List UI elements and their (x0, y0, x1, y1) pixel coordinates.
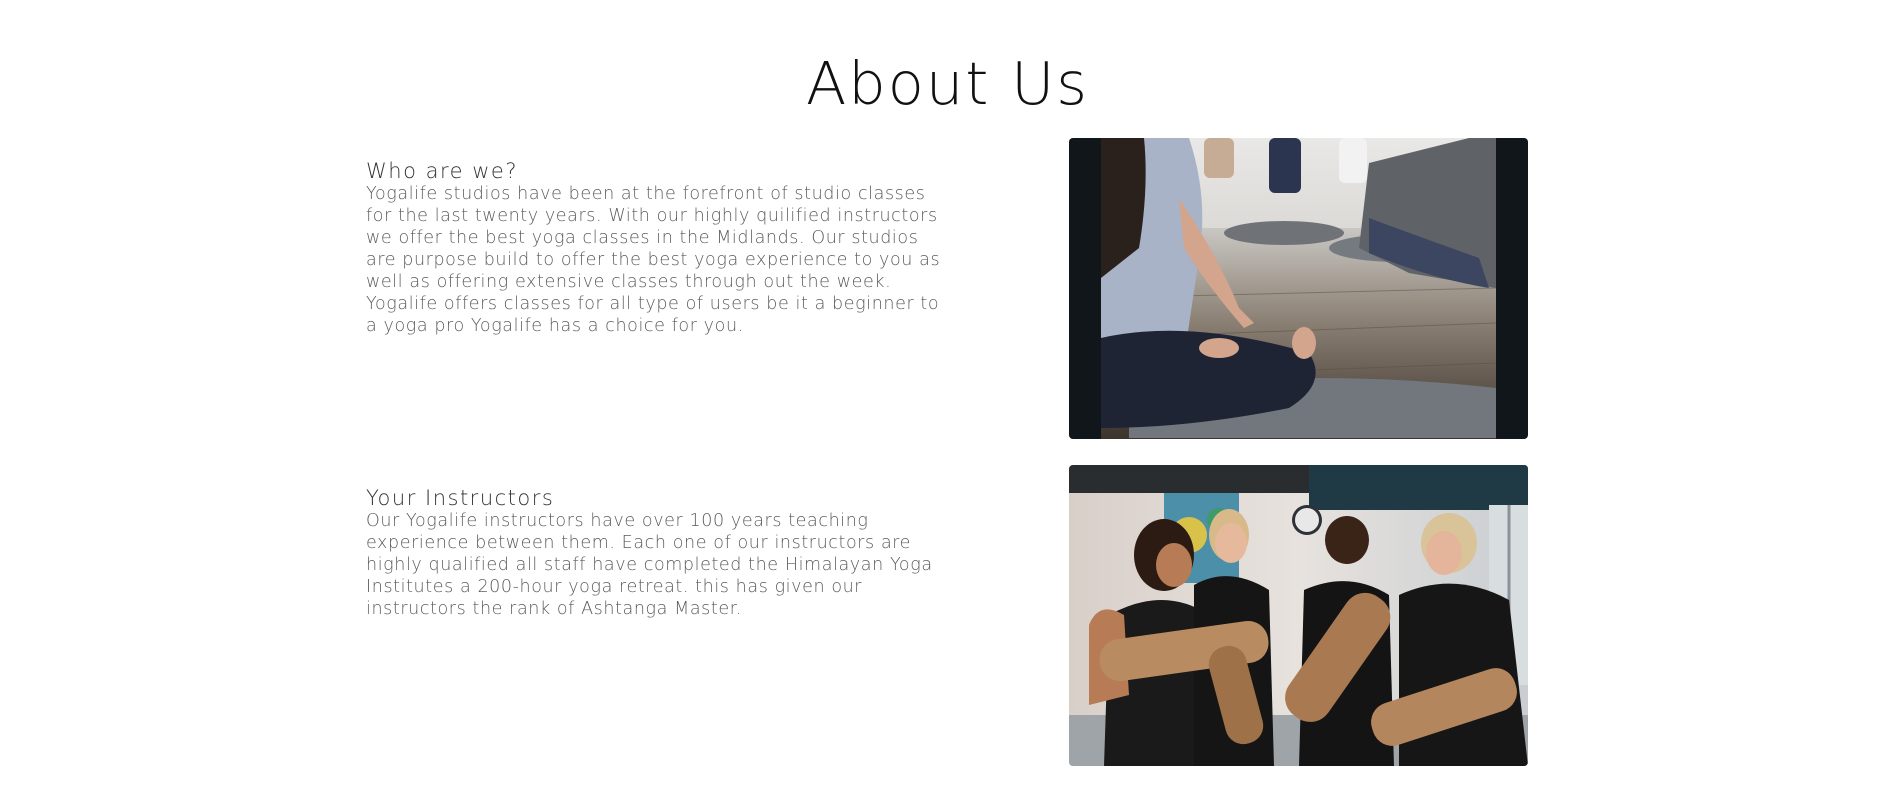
section-body: Yogalife studios have been at the forefr… (366, 184, 941, 336)
section-heading: Your Instructors (366, 486, 555, 510)
your-instructors-section: Your Instructors Our Yogalife instructor… (366, 486, 956, 620)
section-heading: Who are we? (366, 159, 518, 183)
about-page: About Us Who are we? Yogalife studios ha… (0, 0, 1895, 785)
yoga-class-photo (1069, 138, 1528, 439)
instructors-photo (1069, 465, 1528, 766)
page-title: About Us (805, 49, 1090, 118)
who-are-we-section: Who are we? Yogalife studios have been a… (366, 159, 956, 337)
section-body: Our Yogalife instructors have over 100 y… (366, 511, 933, 619)
